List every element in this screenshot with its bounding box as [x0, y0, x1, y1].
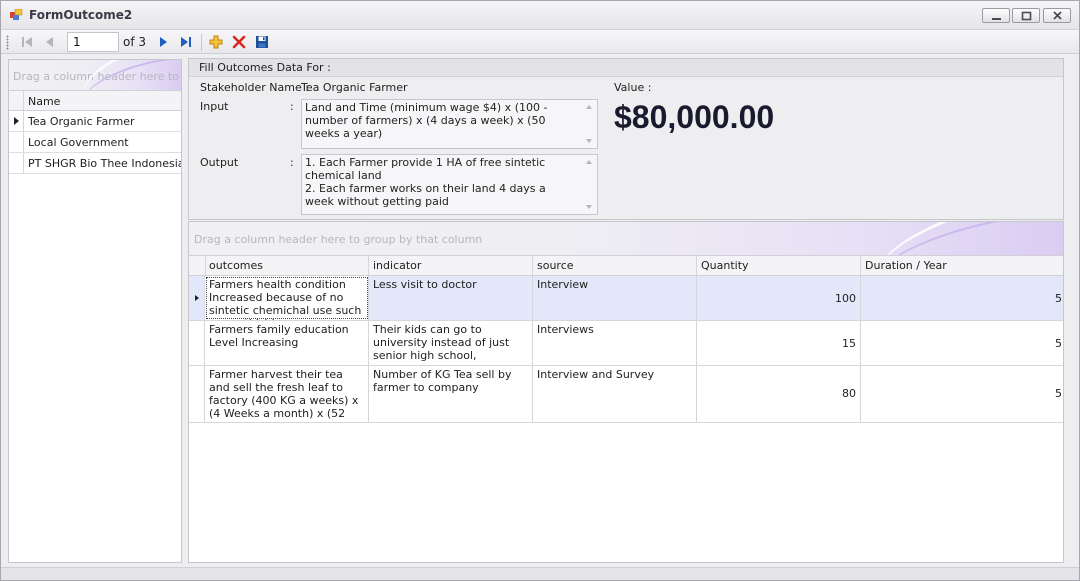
- row-indicator: [189, 366, 205, 422]
- outcomes-cell[interactable]: Farmer harvest their tea and sell the fr…: [205, 366, 369, 422]
- scroll-down-icon: [586, 205, 592, 209]
- column-header-quantity[interactable]: Quantity: [697, 256, 861, 275]
- value-amount: $80,000.00: [614, 99, 775, 135]
- app-icon: [10, 9, 23, 20]
- row-indicator: [9, 111, 24, 131]
- stakeholder-name-cell[interactable]: Local Government: [28, 136, 129, 149]
- row-indicator: [189, 321, 205, 365]
- outcomes-cell[interactable]: Farmers health condition Increased becau…: [205, 276, 369, 320]
- quantity-cell[interactable]: 80: [697, 366, 861, 422]
- duration-cell[interactable]: 5: [861, 366, 1063, 422]
- stakeholder-name-cell[interactable]: PT SHGR Bio Thee Indonesia: [28, 157, 181, 170]
- output-memo-line: 2. Each farmer works on their land 4 day…: [305, 182, 546, 208]
- row-indicator: [9, 132, 24, 152]
- input-label: Input: [200, 100, 229, 113]
- maximize-button[interactable]: [1012, 8, 1040, 23]
- output-memo-line: 1. Each Farmer provide 1 HA of free sint…: [305, 156, 546, 182]
- next-record-icon[interactable]: [155, 34, 171, 50]
- current-row-arrow-icon: [14, 117, 19, 125]
- outcomes-cell[interactable]: Farmers family education Level Increasin…: [205, 321, 369, 365]
- column-header-name[interactable]: Name: [28, 95, 60, 108]
- row-indicator-header: [9, 91, 24, 110]
- toolbar-separator: [201, 34, 202, 51]
- row-indicator-header: [189, 256, 206, 275]
- group-by-hint: Drag a column header here to group by th…: [194, 233, 483, 246]
- indicator-cell[interactable]: Number of KG Tea sell by farmer to compa…: [369, 366, 533, 422]
- output-memo[interactable]: 1. Each Farmer provide 1 HA of free sint…: [301, 154, 598, 215]
- fill-outcomes-group: Fill Outcomes Data For : Stakeholder Nam…: [188, 58, 1064, 220]
- duration-value: 5: [1055, 292, 1062, 305]
- quantity-value: 100: [835, 292, 856, 305]
- quantity-value: 80: [842, 387, 856, 400]
- last-record-icon[interactable]: [178, 34, 194, 50]
- window-title: FormOutcome2: [29, 8, 133, 22]
- toolbar-grip[interactable]: [6, 35, 9, 50]
- indicator-cell[interactable]: Less visit to doctor: [369, 276, 533, 320]
- input-colon: :: [290, 100, 294, 113]
- stakeholder-grid: Drag a column header here to group by th…: [8, 59, 182, 563]
- row-indicator: [189, 276, 205, 320]
- duration-value: 5: [1055, 387, 1062, 400]
- minimize-icon: [992, 18, 1001, 20]
- memo-scrollbar[interactable]: [582, 101, 596, 147]
- group-caption: Fill Outcomes Data For :: [189, 59, 1063, 77]
- record-count-label: of 3: [123, 35, 147, 49]
- current-row-arrow-icon: [195, 295, 199, 301]
- scroll-up-icon: [586, 160, 592, 164]
- duration-cell[interactable]: 5: [861, 321, 1063, 365]
- input-memo[interactable]: Land and Time (minimum wage $4) x (100 -…: [301, 99, 598, 149]
- minimize-button[interactable]: [982, 8, 1010, 23]
- stakeholder-name-label: Stakeholder Name :: [200, 81, 309, 94]
- output-label: Output: [200, 156, 239, 169]
- stakeholder-row[interactable]: Local Government: [9, 132, 181, 153]
- duration-cell[interactable]: 5: [861, 276, 1063, 320]
- group-by-panel[interactable]: Drag a column header here to group by th…: [189, 222, 1063, 256]
- delete-icon[interactable]: [231, 34, 247, 50]
- save-icon[interactable]: [254, 34, 270, 50]
- output-colon: :: [290, 156, 294, 169]
- maximize-icon: [1021, 11, 1032, 21]
- add-icon[interactable]: [208, 34, 224, 50]
- first-record-icon[interactable]: [19, 34, 35, 50]
- close-icon: [1053, 11, 1062, 20]
- close-window-button[interactable]: [1043, 8, 1071, 23]
- source-cell[interactable]: Interviews: [533, 321, 697, 365]
- input-memo-text: Land and Time (minimum wage $4) x (100 -…: [305, 101, 548, 140]
- record-position-input[interactable]: 1: [67, 32, 119, 52]
- column-header-outcomes[interactable]: outcomes: [205, 256, 369, 275]
- group-by-panel[interactable]: Drag a column header here to group by th…: [9, 60, 181, 90]
- source-cell[interactable]: Interview and Survey: [533, 366, 697, 422]
- row-indicator: [9, 153, 24, 173]
- table-row[interactable]: Farmers family education Level Increasin…: [189, 321, 1063, 366]
- prev-record-icon[interactable]: [42, 34, 58, 50]
- title-bar[interactable]: FormOutcome2: [1, 1, 1079, 29]
- stakeholder-row[interactable]: PT SHGR Bio Thee Indonesia: [9, 153, 181, 174]
- source-cell[interactable]: Interview: [533, 276, 697, 320]
- quantity-value: 15: [842, 337, 856, 350]
- scroll-up-icon: [586, 105, 592, 109]
- table-row[interactable]: Farmer harvest their tea and sell the fr…: [189, 366, 1063, 423]
- status-bar: [1, 567, 1079, 580]
- table-row[interactable]: Farmers health condition Increased becau…: [189, 276, 1063, 321]
- outcome-grid: Drag a column header here to group by th…: [188, 221, 1064, 563]
- column-header-duration[interactable]: Duration / Year: [861, 256, 1063, 275]
- record-navigator-toolbar: 1 of 3: [1, 29, 1079, 54]
- memo-scrollbar[interactable]: [582, 156, 596, 213]
- stakeholder-name-value: Tea Organic Farmer: [301, 81, 408, 94]
- scroll-down-icon: [586, 139, 592, 143]
- column-header-indicator[interactable]: indicator: [369, 256, 533, 275]
- value-label: Value :: [614, 81, 652, 94]
- duration-value: 5: [1055, 337, 1062, 350]
- stakeholder-name-cell[interactable]: Tea Organic Farmer: [28, 115, 135, 128]
- column-header-source[interactable]: source: [533, 256, 697, 275]
- quantity-cell[interactable]: 15: [697, 321, 861, 365]
- column-header-row: outcomes indicator source Quantity Durat…: [189, 255, 1063, 276]
- group-caption-text: Fill Outcomes Data For :: [199, 61, 331, 74]
- form-outcome-window: FormOutcome2 1 of 3 Drag a column header…: [0, 0, 1080, 581]
- quantity-cell[interactable]: 100: [697, 276, 861, 320]
- indicator-cell[interactable]: Their kids can go to university instead …: [369, 321, 533, 365]
- stakeholder-row[interactable]: Tea Organic Farmer: [9, 111, 181, 132]
- column-header-row: Name: [9, 90, 181, 111]
